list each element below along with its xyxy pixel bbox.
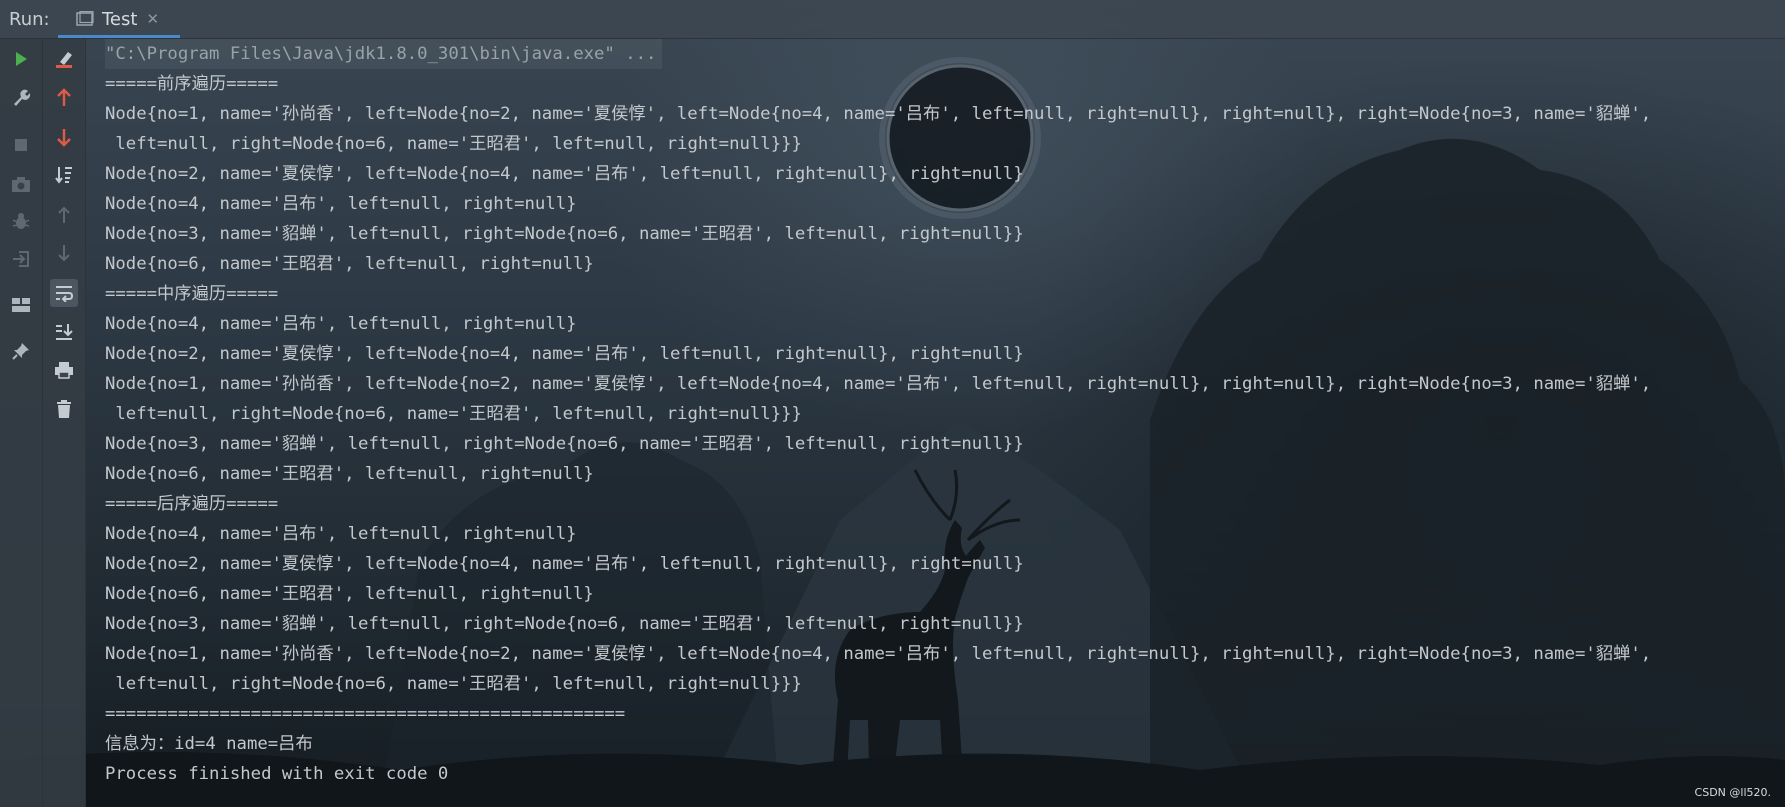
console-line: Node{no=1, name='孙尚香', left=Node{no=2, n…	[105, 374, 1652, 394]
trash-icon[interactable]	[50, 395, 78, 423]
console-line: Node{no=3, name='貂蝉', left=null, right=N…	[105, 434, 1024, 454]
console-line: =====前序遍历=====	[105, 74, 279, 94]
down-arrow-icon[interactable]	[50, 123, 78, 151]
down-arrow-glyph	[57, 129, 71, 147]
run-icon[interactable]	[7, 45, 35, 73]
console-line: Node{no=1, name='孙尚香', left=Node{no=2, n…	[105, 644, 1652, 664]
console-line: Node{no=3, name='貂蝉', left=null, right=N…	[105, 224, 1024, 244]
camera-icon[interactable]	[7, 170, 35, 198]
tab-test[interactable]: Test ✕	[58, 0, 180, 38]
console-line: ========================================…	[105, 704, 626, 724]
console-line: Node{no=1, name='孙尚香', left=Node{no=2, n…	[105, 104, 1652, 124]
console-line: Node{no=6, name='王昭君', left=null, right=…	[105, 254, 594, 274]
console-tab-icon	[76, 10, 94, 27]
console-line: =====后序遍历=====	[105, 494, 279, 514]
run-toolbar: Run:	[0, 0, 1785, 39]
console-command-line: "C:\Program Files\Java\jdk1.8.0_301\bin\…	[105, 39, 663, 69]
scroll-to-end-icon[interactable]	[50, 318, 78, 346]
pin-icon[interactable]	[7, 337, 35, 365]
up-icon[interactable]	[50, 201, 78, 229]
login-icon-glyph	[13, 251, 29, 267]
console-tool-strip	[43, 39, 86, 807]
up-arrow-icon[interactable]	[50, 84, 78, 112]
console-line: =====中序遍历=====	[105, 284, 279, 304]
bug-icon-glyph	[12, 213, 30, 229]
console-line: left=null, right=Node{no=6, name='王昭君', …	[105, 404, 802, 424]
layout-icon-glyph	[12, 298, 30, 312]
tab-title: Test	[102, 8, 138, 30]
down-icon[interactable]	[50, 239, 78, 267]
run-label: Run:	[9, 8, 50, 30]
login-icon[interactable]	[7, 245, 35, 273]
console-line: Node{no=3, name='貂蝉', left=null, right=N…	[105, 614, 1024, 634]
console-line: left=null, right=Node{no=6, name='王昭君', …	[105, 134, 802, 154]
print-icon-glyph	[55, 362, 73, 379]
console-line: Node{no=2, name='夏侯惇', left=Node{no=4, n…	[105, 554, 1024, 574]
camera-icon-glyph	[12, 177, 30, 192]
trash-icon-glyph	[57, 400, 71, 418]
layout-icon[interactable]	[7, 291, 35, 319]
sort-icon[interactable]	[50, 161, 78, 189]
console-line: 信息为：id=4 name=吕布	[105, 734, 313, 754]
console-output[interactable]: "C:\Program Files\Java\jdk1.8.0_301\bin\…	[87, 39, 1785, 807]
console-line: Node{no=4, name='吕布', left=null, right=n…	[105, 524, 577, 544]
print-icon[interactable]	[50, 356, 78, 384]
run-icon-glyph	[16, 52, 27, 66]
console-line: Process finished with exit code 0	[105, 764, 449, 784]
up-icon-glyph	[58, 206, 70, 223]
console-line: Node{no=6, name='王昭君', left=null, right=…	[105, 464, 594, 484]
soft-wrap-glyph	[56, 286, 74, 302]
console-line: Node{no=2, name='夏侯惇', left=Node{no=4, n…	[105, 164, 1024, 184]
wrench-icon[interactable]	[7, 84, 35, 112]
console-line: Node{no=4, name='吕布', left=null, right=n…	[105, 314, 577, 334]
clear-icon[interactable]	[50, 45, 78, 73]
bug-icon[interactable]	[7, 207, 35, 235]
pin-icon-glyph	[12, 343, 29, 360]
sort-icon-glyph	[55, 167, 72, 184]
down-icon-glyph	[58, 245, 70, 262]
console-line: left=null, right=Node{no=6, name='王昭君', …	[105, 674, 802, 694]
run-tool-strip	[0, 39, 43, 807]
console-line: Node{no=6, name='王昭君', left=null, right=…	[105, 584, 594, 604]
console-tab-glyph	[76, 10, 94, 26]
stop-icon-glyph	[15, 139, 27, 151]
scroll-to-end-glyph	[56, 324, 73, 340]
wrench-icon-glyph	[14, 89, 31, 106]
close-icon[interactable]: ✕	[146, 10, 159, 28]
watermark: CSDN @ll520.	[1694, 786, 1771, 799]
tab-active-underline	[58, 35, 180, 38]
console-line: Node{no=2, name='夏侯惇', left=Node{no=4, n…	[105, 344, 1024, 364]
clear-icon-glyph	[56, 52, 72, 68]
console-line: Node{no=4, name='吕布', left=null, right=n…	[105, 194, 577, 214]
up-arrow-glyph	[57, 88, 71, 106]
soft-wrap-icon[interactable]	[50, 279, 78, 307]
stop-icon[interactable]	[7, 131, 35, 159]
